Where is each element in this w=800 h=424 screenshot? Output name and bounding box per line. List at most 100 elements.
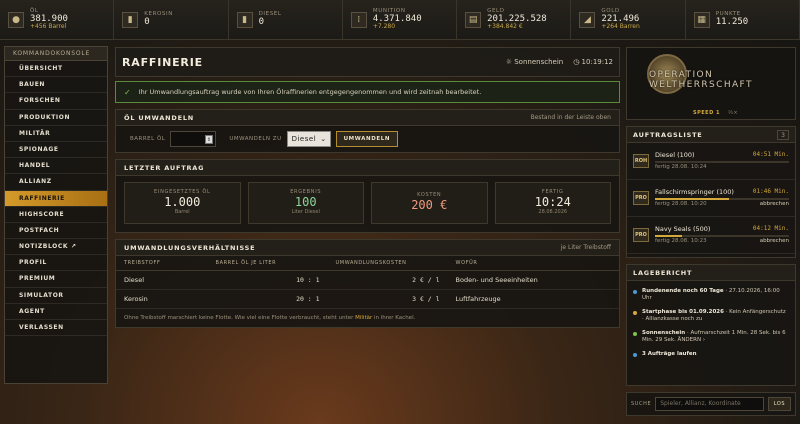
- cancel-link[interactable]: abbrechen: [760, 201, 789, 208]
- oil-drop-icon: ●: [8, 11, 24, 28]
- order-type-badge: ROH: [633, 154, 649, 168]
- sidebar-item-forschen[interactable]: Forschen: [5, 93, 107, 110]
- sidebar-item-handel[interactable]: Handel: [5, 158, 107, 175]
- success-alert: ✓ Ihr Umwandlungsauftrag wurde von Ihren…: [115, 81, 620, 103]
- stepper-icon[interactable]: ⇕: [205, 135, 214, 144]
- order-finish: fertig 28.08. 10:23: [655, 237, 707, 244]
- convert-title: ÖL UMWANDELN: [124, 113, 195, 122]
- kerosene-icon: ▮: [122, 11, 139, 28]
- order-finish: fertig 28.08. 10:24: [655, 163, 707, 170]
- card-sub: Barrel: [174, 208, 190, 215]
- sidebar-item-raffinerie[interactable]: Raffinerie: [5, 190, 107, 207]
- report-item: 3 Aufträge laufen: [627, 348, 795, 361]
- sidebar-item-simulator[interactable]: Simulator: [5, 288, 107, 304]
- cancel-link[interactable]: abbrechen: [760, 238, 789, 245]
- status-dot-icon: [633, 310, 637, 315]
- barrel-input[interactable]: ⇕: [170, 131, 217, 147]
- chevron-down-icon: ⌄: [320, 135, 327, 143]
- search-label: SUCHE: [631, 401, 652, 407]
- status-dot-icon: [633, 352, 637, 357]
- points-icon: ▦: [693, 11, 710, 28]
- success-text: Ihr Umwandlungsauftrag wurde von Ihren Ö…: [138, 88, 482, 96]
- ratios-title: UMWANDLUNGSVERHÄLTNISSE: [124, 243, 256, 252]
- report-title: LAGEBERICHT: [633, 268, 693, 277]
- resource-value: 0: [258, 16, 264, 27]
- sidebar-item-produktion[interactable]: Produktion: [5, 110, 107, 126]
- column-header: TREIBSTOFF: [116, 256, 208, 271]
- table-cell: 10 : 1: [207, 270, 328, 290]
- game-logo: OPERATION WELTHERRSCHAFT SPEED 1 ⅓×: [626, 47, 796, 120]
- ratios-footnote: Ohne Treibstoff marschiert keine Flotte.…: [124, 314, 416, 321]
- table-cell: Kerosin: [116, 289, 208, 309]
- convert-to-label: UMWANDELN ZU: [229, 136, 282, 142]
- search-input[interactable]: Spieler, Allianz, Koordinate: [655, 397, 764, 411]
- weather-indicator: ☼ Sonnenschein: [505, 58, 564, 66]
- military-link[interactable]: Militär: [355, 315, 372, 321]
- page-title: RAFFINERIE: [122, 55, 203, 69]
- sidebar-item-highscore[interactable]: Highscore: [5, 207, 107, 223]
- report-headline: Sonnenschein: [642, 329, 686, 336]
- sidebar-item-verlassen[interactable]: Verlassen: [5, 320, 107, 337]
- order-item: PRO Fallschirmspringer (100) 01:46 Min. fer…: [627, 180, 795, 217]
- sidebar-item-postfach[interactable]: Postfach: [5, 223, 107, 240]
- report-headline: Rundenende noch 60 Tage: [642, 288, 724, 294]
- check-icon: ✓: [124, 87, 131, 97]
- report-text: 3 Aufträge laufen: [642, 351, 697, 358]
- order-progress: [655, 197, 789, 200]
- orders-count: 3: [777, 129, 789, 140]
- search-bar: SUCHE Spieler, Allianz, Koordinate LOS: [626, 392, 796, 416]
- resource-kerosin: ▮ Kerosin 0: [114, 0, 229, 39]
- sidebar-item-profil[interactable]: Profil: [5, 255, 107, 272]
- sidebar-item-allianz[interactable]: Allianz: [5, 174, 107, 191]
- orders-panel: AUFTRAGSLISTE 3 ROH Diesel (100) 04:51 Min.…: [626, 126, 796, 258]
- result-card: EINGESETZTES ÖL 1.000 Barrel: [124, 182, 241, 224]
- sidebar-item-agent[interactable]: Agent: [5, 304, 107, 320]
- convert-button[interactable]: UMWANDELN: [335, 131, 399, 147]
- resource-bar: ● Öl 381.900 +456 Barrel ▮ Kerosin 0 ▮ Diesel 0 ⁞ M…: [0, 0, 800, 40]
- sidebar-item-militär[interactable]: Militär: [5, 126, 107, 142]
- order-progress: [655, 234, 789, 237]
- last-order-panel: LETZTER AUFTRAG EINGESETZTES ÖL 1.000 Barr…: [115, 159, 620, 233]
- ratios-table: TREIBSTOFF BARREL ÖL JE LITER UMWANDLUNGSK…: [116, 256, 619, 309]
- resource-munition: ⁞ Munition 4.371.840 +7.280: [343, 0, 458, 39]
- order-item: ROH Diesel (100) 04:51 Min. fertig 28.08. 1…: [627, 143, 795, 180]
- report-item: Sonnenschein · Aufmarschzeit 1 Min. 28 S…: [627, 327, 795, 348]
- card-value: 100: [294, 195, 317, 210]
- table-cell: Diesel: [116, 270, 208, 290]
- search-button[interactable]: LOS: [767, 397, 791, 411]
- sidebar-item-bauen[interactable]: Bauen: [5, 77, 107, 94]
- report-item: Startphase bis 01.09.2026 · Kein Anfänge…: [627, 306, 795, 327]
- resource-diesel: ▮ Diesel 0: [229, 0, 343, 39]
- fuel-select[interactable]: Diesel ⌄: [286, 131, 331, 147]
- ratios-panel: UMWANDLUNGSVERHÄLTNISSE je Liter Treibsto…: [115, 239, 620, 328]
- order-timer: 01:46 Min.: [752, 187, 789, 195]
- order-progress: [655, 160, 789, 163]
- order-timer: 04:51 Min.: [752, 150, 789, 158]
- table-cell: 3 € / l: [327, 289, 448, 309]
- resource-gold: ◢ Gold 221.496 +264 Barren: [571, 0, 686, 39]
- card-value: 10:24: [534, 195, 571, 210]
- report-headline: Startphase bis 01.09.2026: [642, 308, 724, 315]
- order-type-badge: PRO: [633, 228, 649, 242]
- resource-rate: +264 Barren: [601, 22, 640, 30]
- result-card: KOSTEN 200 €: [371, 182, 488, 224]
- table-row: Diesel 10 : 12 € / l Boden- und Seeeinheit…: [116, 270, 619, 290]
- sidebar-item-spionage[interactable]: Spionage: [5, 142, 107, 159]
- result-card: FERTIG 10:24 28.08.2026: [494, 182, 611, 224]
- clock-icon: ◷: [573, 58, 582, 66]
- resource-rate: +456 Barrel: [30, 22, 67, 30]
- table-cell: 20 : 1: [207, 289, 328, 309]
- sidebar-item-übersicht[interactable]: Übersicht: [5, 61, 107, 78]
- card-value: 200 €: [411, 197, 448, 212]
- ammo-icon: ⁞: [350, 11, 367, 28]
- sidebar-item-notizblock[interactable]: Notizblock ↗: [5, 239, 107, 256]
- status-dot-icon: [633, 290, 637, 294]
- sidebar-item-premium[interactable]: Premium: [5, 271, 107, 288]
- column-header: UMWANDLUNGSKOSTEN: [327, 256, 448, 271]
- status-dot-icon: [633, 331, 637, 336]
- logo-text: OPERATION WELTHERRSCHAFT: [649, 70, 753, 90]
- order-name: Fallschirmspringer (100): [655, 187, 734, 196]
- order-item: PRO Navy Seals (500) 04:12 Min. fertig 28.0…: [627, 217, 795, 254]
- column-header: WOFÜR: [447, 256, 619, 271]
- report-text: Sonnenschein · Aufmarschzeit 1 Min. 28 S…: [642, 329, 786, 344]
